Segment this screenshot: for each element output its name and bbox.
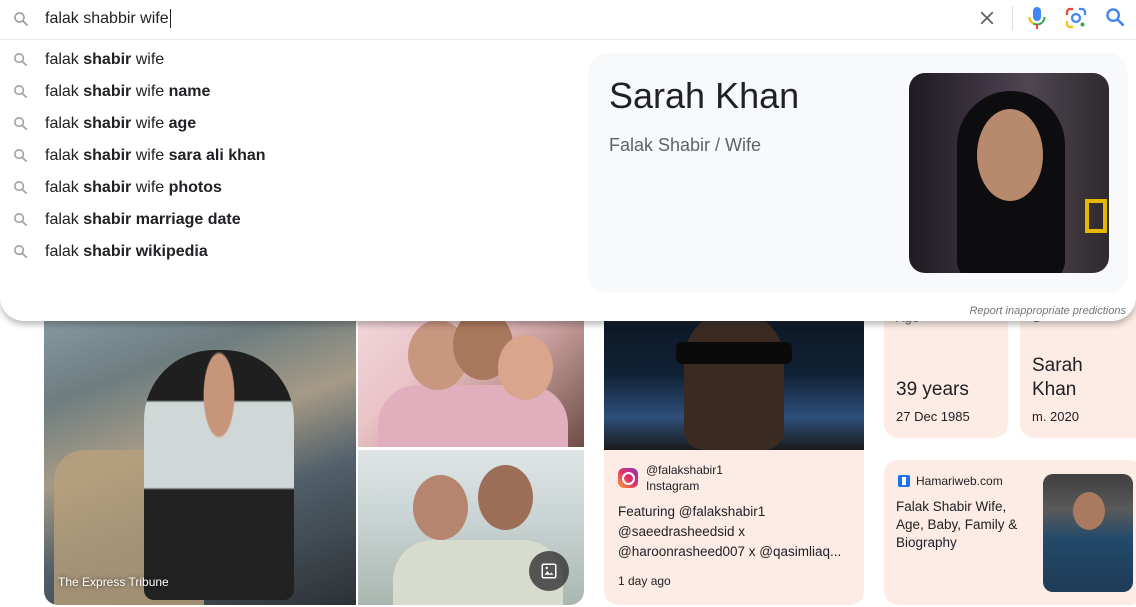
suggestion-text: falak shabir wife name [45,83,210,101]
photo-face [498,335,553,400]
suggestion-text: falak shabir wikipedia [45,243,208,261]
suggestion-item[interactable]: falak shabir wife sara ali khan [0,140,580,172]
suggestion-bold-tail: sara ali khan [168,147,266,164]
report-predictions-link[interactable]: Report inappropriate predictions [969,305,1126,317]
suggestion-bold-tail: name [168,83,211,100]
suggestion-plain: falak [45,115,84,132]
suggestion-text: falak shabir wife sara ali khan [45,147,266,165]
image-source-label: The Express Tribune [58,575,169,589]
suggestion-plain: falak [45,51,84,68]
photo-logo [1085,199,1107,233]
searchbar-divider [1012,6,1013,30]
kp-entity-photo [909,73,1109,273]
spouse-name-line1: Sarah [1032,355,1083,376]
knowledge-panel-suggestion[interactable]: Sarah Khan Falak Shabir / Wife [588,53,1128,293]
suggestion-bold: shabir [83,115,132,132]
hamariweb-thumbnail [1043,474,1133,592]
image-result-express-tribune[interactable]: The Express Tribune [44,300,356,605]
autocomplete-dropdown: falak shabbir wife falak shabir wife fal… [0,0,1136,321]
suggestion-list: falak shabir wife falak shabir wife name f… [0,44,580,268]
kp-entity-subtitle: Falak Shabir / Wife [609,135,762,155]
search-icon [14,117,28,131]
search-icon [14,85,28,99]
voice-search-button[interactable] [1026,6,1048,30]
suggestion-rest: wife [131,51,165,68]
marriage-year: m. 2020 [1032,409,1079,424]
suggestion-item[interactable]: falak shabir wife photos [0,172,580,204]
suggestion-rest: wife [131,147,169,164]
suggestion-text: falak shabir wife [45,51,164,69]
suggestion-plain: falak [45,243,84,260]
age-birthdate: 27 Dec 1985 [896,409,970,424]
suggestion-plain: falak [45,83,84,100]
photo-sunglasses [676,342,792,364]
search-icon [14,213,28,227]
image-result-family[interactable] [358,300,584,447]
suggestion-bold: shabir wikipedia [83,243,208,260]
suggestion-text: falak shabir marriage date [45,211,241,229]
suggestion-bold-tail: age [168,115,197,132]
clear-search-button[interactable] [975,6,999,30]
search-icon [14,53,28,67]
suggestion-rest: wife [131,83,169,100]
suggestion-text: falak shabir wife age [45,115,196,133]
instagram-time: 1 day ago [618,574,671,588]
search-icon [14,181,28,195]
age-value: 39 years [896,379,969,400]
instagram-handle: @falakshabir1 [646,463,723,477]
hamariweb-title: Falak Shabir Wife, Age, Baby, Family & B… [896,499,1018,550]
suggestion-plain: falak [45,147,84,164]
kp-entity-name: Sarah Khan [609,75,800,116]
search-icon [14,245,28,259]
photo-face [478,465,533,530]
suggestion-item[interactable]: falak shabir wife age [0,108,580,140]
lens-search-button[interactable] [1064,6,1088,30]
photo-person [684,310,784,450]
image-result-couple[interactable] [358,450,584,605]
instagram-platform: Instagram [646,479,700,493]
photo-person [144,350,294,600]
close-icon [980,11,994,25]
suggestion-bold: shabir [83,179,132,196]
hamariweb-favicon-icon [898,475,910,487]
search-bar: falak shabbir wife [0,0,1136,40]
suggestion-bold-tail: photos [168,179,222,196]
suggestion-bold: shabir [83,147,132,164]
photo-face [413,475,468,540]
suggestion-bold: shabir marriage date [83,211,241,228]
suggestion-text: falak shabir wife photos [45,179,222,197]
photo-face [977,109,1043,201]
search-icon [14,149,28,163]
image-icon [541,563,557,579]
hamariweb-result-card[interactable]: Hamariweb.com Falak Shabir Wife, Age, Ba… [884,460,1136,605]
microphone-icon [1028,7,1046,29]
suggestion-plain: falak [45,179,84,196]
suggestion-bold: shabir [83,51,132,68]
hamariweb-source: Hamariweb.com [898,474,1003,488]
photo-face [1073,492,1105,530]
search-input[interactable]: falak shabbir wife [45,9,171,28]
search-icon [1106,8,1125,27]
suggestion-bold: shabir [83,83,132,100]
suggestion-rest: wife [131,179,169,196]
spouse-name-line2: Khan [1032,379,1077,400]
search-query-text: falak shabbir wife [45,9,169,27]
camera-lens-icon [1065,7,1087,29]
suggestion-rest: wife [131,115,169,132]
search-submit-button[interactable] [1104,6,1128,30]
instagram-source: @falakshabir1 Instagram [618,462,723,494]
text-caret [169,9,171,28]
instagram-photo [604,300,864,450]
search-icon [14,12,28,26]
instagram-icon [618,468,638,488]
suggestion-item[interactable]: falak shabir wikipedia [0,236,580,268]
suggestion-item[interactable]: falak shabir marriage date [0,204,580,236]
suggestion-item[interactable]: falak shabir wife [0,44,580,76]
suggestion-plain: falak [45,211,84,228]
hamariweb-source-label: Hamariweb.com [916,474,1003,488]
instagram-result-card[interactable]: @falakshabir1 Instagram Featuring @falak… [604,300,864,605]
image-search-button[interactable] [529,551,569,591]
instagram-caption: Featuring @falakshabir1 @saeedrasheedsid… [618,504,842,559]
suggestion-item[interactable]: falak shabir wife name [0,76,580,108]
